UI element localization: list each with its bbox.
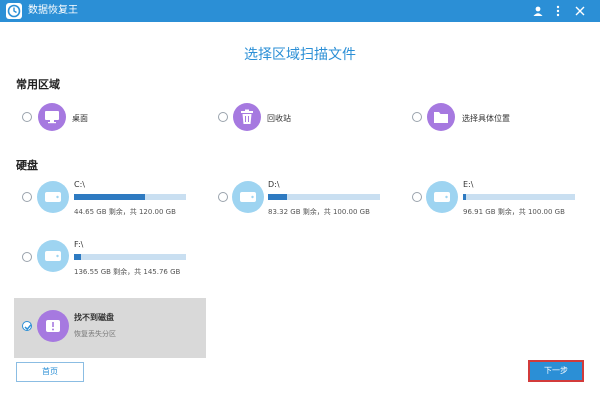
disks-title: 硬盘 (16, 159, 38, 172)
drive-c-usage-fill (74, 194, 145, 200)
drive-e-icon[interactable] (426, 181, 458, 213)
drive-d-usage-bar (268, 194, 380, 200)
recycle-bin-radio[interactable] (218, 112, 228, 122)
desktop-icon[interactable] (38, 103, 66, 131)
missing-disk-radio[interactable] (22, 321, 32, 331)
specific-location-label: 选择具体位置 (462, 114, 510, 123)
app-logo-icon (6, 3, 22, 19)
desktop-label: 桌面 (72, 114, 88, 123)
recycle-bin-icon[interactable] (233, 103, 261, 131)
drive-e-letter: E:\ (463, 180, 474, 189)
drive-c-letter: C:\ (74, 180, 85, 189)
common-areas-title: 常用区域 (16, 78, 60, 91)
drive-e-usage-fill (463, 194, 467, 200)
specific-location-radio[interactable] (412, 112, 422, 122)
page-title: 选择区域扫描文件 (244, 47, 356, 63)
folder-icon[interactable] (427, 103, 455, 131)
drive-c-info: 44.65 GB 剩余，共 120.00 GB (74, 208, 176, 216)
drive-d-usage-fill (268, 194, 288, 200)
drive-d-icon[interactable] (232, 181, 264, 213)
drive-f-usage-fill (74, 254, 81, 260)
user-icon[interactable] (530, 3, 546, 19)
drive-c-radio[interactable] (22, 192, 32, 202)
drive-f-icon[interactable] (37, 240, 69, 272)
drive-e-radio[interactable] (412, 192, 422, 202)
more-menu-icon[interactable] (550, 3, 566, 19)
drive-f-radio[interactable] (22, 252, 32, 262)
missing-disk-sublabel: 恢复丢失分区 (74, 330, 116, 338)
drive-d-info: 83.32 GB 剩余，共 100.00 GB (268, 208, 370, 216)
drive-c-icon[interactable] (37, 181, 69, 213)
desktop-radio[interactable] (22, 112, 32, 122)
missing-disk-label: 找不到磁盘 (74, 313, 114, 322)
recycle-bin-label: 回收站 (267, 114, 291, 123)
drive-e-usage-bar (463, 194, 575, 200)
next-button[interactable]: 下一步 (528, 360, 584, 382)
drive-c-usage-bar (74, 194, 186, 200)
home-button[interactable]: 首页 (16, 362, 84, 382)
missing-disk-icon[interactable] (37, 310, 69, 342)
drive-f-info: 136.55 GB 剩余，共 145.76 GB (74, 268, 181, 276)
close-icon[interactable] (572, 3, 588, 19)
drive-f-usage-bar (74, 254, 186, 260)
drive-e-info: 96.91 GB 剩余，共 100.00 GB (463, 208, 565, 216)
title-bar: 数据恢复王 (0, 0, 600, 22)
app-title: 数据恢复王 (28, 5, 78, 16)
drive-d-radio[interactable] (218, 192, 228, 202)
drive-d-letter: D:\ (268, 180, 280, 189)
drive-f-letter: F:\ (74, 240, 84, 249)
